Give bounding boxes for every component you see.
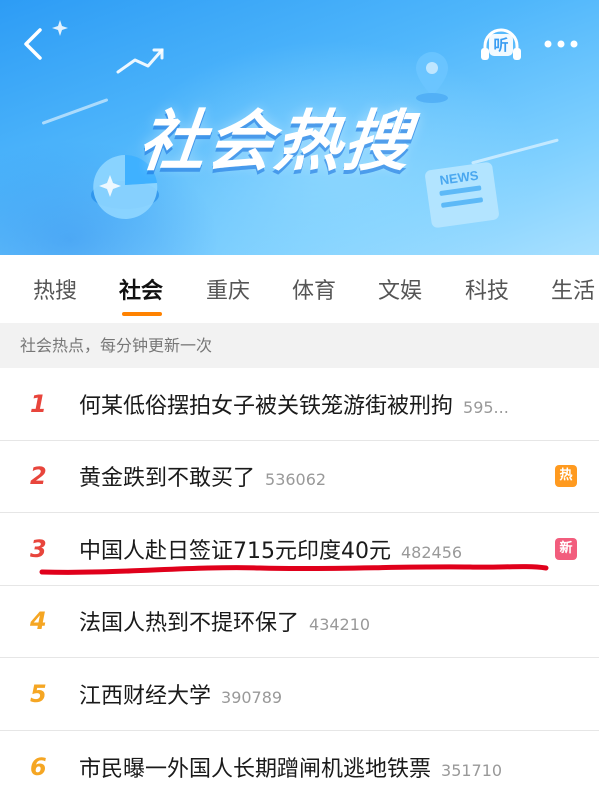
item-count: 595... (463, 397, 509, 417)
listen-label: 听 (489, 34, 513, 56)
section-caption: 社会热点，每分钟更新一次 (0, 323, 599, 368)
item-count: 434210 (309, 615, 371, 635)
item-title: 黄金跌到不敢买了 (79, 466, 256, 492)
rank-number: 4 (30, 607, 47, 636)
rank-number: 6 (30, 752, 47, 781)
item-title-wrap: 江西财经大学 390789 (79, 678, 282, 710)
item-title-wrap: 法国人热到不提环保了 434210 (79, 605, 370, 637)
item-title: 何某低俗摆拍女子被关铁笼游街被刑拘 (79, 393, 454, 419)
list-item[interactable]: 4 法国人热到不提环保了 434210 (0, 586, 599, 658)
list-item[interactable]: 6 市民曝一外国人长期蹭闸机逃地铁票 351710 (0, 731, 599, 800)
category-tabs: 热搜 社会 重庆 体育 文娱 科技 生活 (0, 255, 599, 323)
newspaper-icon: NEWS (425, 162, 499, 228)
tab-life[interactable]: 生活 (551, 273, 595, 305)
item-title: 市民曝一外国人长期蹭闸机逃地铁票 (79, 756, 432, 782)
item-title-wrap: 黄金跌到不敢买了 536062 (79, 460, 326, 492)
new-badge: 新 (555, 537, 577, 560)
listen-button[interactable]: 听 (480, 26, 522, 64)
item-count: 482456 (401, 542, 463, 562)
rank-number: 3 (30, 534, 47, 563)
tab-sports[interactable]: 体育 (292, 273, 336, 305)
chevron-left-icon (24, 28, 42, 60)
trend-arrow-icon (116, 48, 164, 74)
hot-badge: 热 (555, 465, 577, 488)
page-title: 社会热搜 (135, 103, 416, 180)
tab-hot[interactable]: 热搜 (33, 273, 77, 305)
hot-search-list: 1 何某低俗摆拍女子被关铁笼游街被刑拘 595... 2 黄金跌到不敢买了 5360… (0, 368, 599, 800)
item-count: 536062 (265, 470, 327, 490)
back-button[interactable] (18, 26, 50, 62)
hero-banner: NEWS 社会热搜 听 (0, 0, 599, 255)
tab-society[interactable]: 社会 (119, 273, 163, 305)
list-item[interactable]: 2 黄金跌到不敢买了 536062 热 (0, 441, 599, 513)
rank-number: 1 (30, 389, 47, 418)
more-dots-icon (544, 40, 578, 48)
more-options-button[interactable] (540, 30, 582, 58)
item-count: 390789 (221, 687, 283, 707)
item-title: 江西财经大学 (79, 683, 212, 709)
item-title: 法国人热到不提环保了 (79, 611, 300, 637)
list-item[interactable]: 1 何某低俗摆拍女子被关铁笼游街被刑拘 595... (0, 368, 599, 441)
item-count: 351710 (441, 760, 503, 780)
rank-number: 5 (30, 679, 47, 708)
list-item[interactable]: 3 中国人赴日签证715元印度40元 482456 新 (0, 513, 599, 586)
location-pin-icon (416, 52, 448, 103)
item-title-wrap: 中国人赴日签证715元印度40元 482456 (79, 533, 462, 565)
list-item[interactable]: 5 江西财经大学 390789 (0, 658, 599, 731)
tab-tech[interactable]: 科技 (465, 273, 509, 305)
tab-chongqing[interactable]: 重庆 (206, 273, 250, 305)
item-title-wrap: 市民曝一外国人长期蹭闸机逃地铁票 351710 (79, 751, 502, 783)
tab-entertainment[interactable]: 文娱 (378, 273, 422, 305)
active-tab-indicator (122, 312, 162, 316)
item-title: 中国人赴日签证715元印度40元 (79, 538, 391, 564)
item-title-wrap: 何某低俗摆拍女子被关铁笼游街被刑拘 595... (79, 388, 509, 420)
rank-number: 2 (30, 462, 47, 491)
